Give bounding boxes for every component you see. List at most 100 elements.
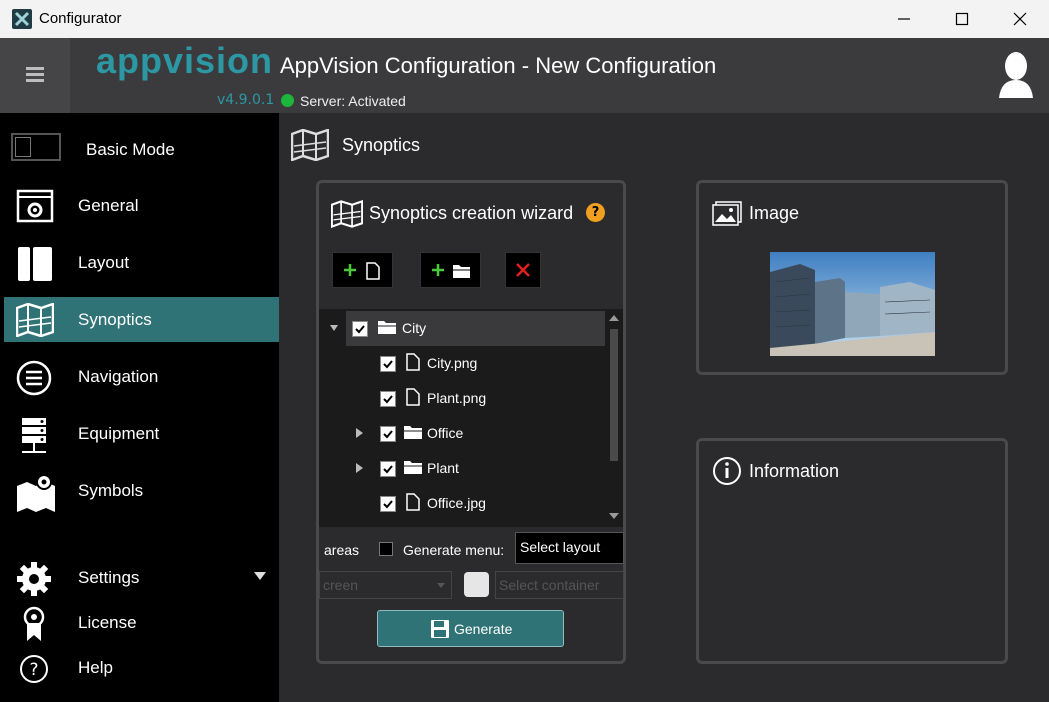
tree-item-label: Plant [427, 460, 459, 476]
menu-circle-icon [16, 360, 52, 396]
folder-icon [403, 424, 423, 443]
sidebar-item-label: Settings [78, 568, 140, 587]
information-panel: Information [696, 438, 1008, 664]
file-icon [405, 492, 421, 515]
areas-label: areas [324, 542, 360, 558]
screen-dropdown[interactable]: creen [319, 571, 452, 599]
tree-item-file[interactable]: City.png [374, 346, 639, 381]
sidebar-item-general[interactable]: General [4, 183, 279, 228]
tree-item-file[interactable]: Plant.png [374, 381, 639, 416]
minimize-button[interactable] [875, 0, 933, 38]
window-title: Configurator [39, 10, 122, 27]
synoptics-wizard-panel: Synoptics creation wizard ? City City.pn… [316, 180, 626, 664]
checkbox[interactable] [352, 321, 368, 337]
svg-text:?: ? [29, 660, 38, 680]
tree-item-folder[interactable]: City [330, 311, 611, 346]
sidebar-item-label: Layout [78, 253, 130, 272]
folder-icon [377, 319, 397, 338]
tree-item-file[interactable]: Office.jpg [374, 486, 639, 521]
sidebar-item-label: Synoptics [78, 310, 152, 329]
sidebar-item-license[interactable]: License [4, 600, 279, 645]
map-icon [330, 199, 364, 232]
sidebar-item-label: Equipment [78, 424, 160, 443]
sidebar-item-label: License [78, 613, 137, 632]
sidebar-item-symbols[interactable]: Symbols [4, 468, 279, 513]
image-panel-title: Image [749, 203, 800, 223]
page-title: AppVision Configuration - New Configurat… [280, 53, 717, 78]
checkbox[interactable] [380, 426, 396, 442]
help-icon[interactable]: ? [586, 203, 605, 222]
tree-item-label: Office.jpg [427, 495, 486, 511]
sidebar-item-layout[interactable]: Layout [4, 240, 279, 285]
information-panel-title: Information [749, 461, 840, 481]
file-tree: City City.png Plant.png Office Plant Off… [319, 309, 623, 527]
sidebar-item-label: Navigation [78, 367, 159, 386]
collapse-icon[interactable] [330, 325, 338, 331]
delete-button[interactable] [505, 252, 541, 288]
sidebar-item-navigation[interactable]: Navigation [4, 354, 279, 399]
info-icon [712, 456, 742, 490]
sidebar-item-synoptics[interactable]: Synoptics [4, 297, 279, 342]
map-icon [290, 128, 330, 165]
main-content: Synoptics Synoptics creation wizard ? Ci… [279, 113, 1049, 702]
add-file-button[interactable] [332, 252, 393, 288]
sidebar-item-label: Help [78, 658, 113, 677]
server-icon [16, 417, 52, 453]
server-status-text: Server: Activated [300, 93, 406, 109]
tree-scrollbar[interactable] [605, 309, 623, 527]
add-folder-button[interactable] [420, 252, 481, 288]
help-icon: ? [16, 651, 52, 685]
select-layout-dropdown[interactable]: Select layout [515, 532, 624, 564]
scroll-up-icon[interactable] [609, 315, 619, 321]
version-label: v4.9.0.1 [217, 92, 275, 108]
checkbox[interactable] [380, 391, 396, 407]
chevron-down-icon [437, 583, 445, 588]
section-title: Synoptics [342, 135, 421, 155]
image-panel: Image [696, 180, 1008, 375]
generate-label: Generate [454, 621, 513, 637]
image-icon [712, 201, 742, 231]
window-titlebar: Configurator [0, 0, 1049, 38]
app-icon [12, 9, 32, 29]
sidebar: Basic Mode General Layout Synoptics Navi… [0, 113, 279, 702]
save-icon [431, 620, 449, 638]
server-status-indicator [281, 94, 294, 107]
generate-button[interactable]: Generate [377, 610, 564, 647]
synoptic-preview-image [770, 252, 935, 356]
tree-item-label: Office [427, 425, 464, 441]
generate-menu-label: Generate menu: [403, 542, 505, 558]
sidebar-item-settings[interactable]: Settings [4, 555, 279, 600]
tree-item-folder[interactable]: Plant [356, 451, 639, 486]
appvision-logo: appvision [96, 40, 274, 81]
expand-icon[interactable] [356, 463, 363, 473]
tree-item-folder[interactable]: Office [356, 416, 639, 451]
checkbox[interactable] [380, 356, 396, 372]
sidebar-item-equipment[interactable]: Equipment [4, 411, 279, 456]
chevron-down-icon[interactable] [254, 572, 266, 580]
color-swatch[interactable] [464, 572, 489, 597]
select-container-dropdown[interactable]: Select container [495, 571, 624, 599]
maximize-button[interactable] [933, 0, 991, 38]
basic-mode-toggle[interactable] [11, 133, 61, 161]
file-icon [405, 387, 421, 410]
generate-menu-checkbox[interactable] [379, 542, 393, 556]
layout-icon [16, 246, 52, 281]
hamburger-menu-button[interactable] [0, 38, 70, 113]
checkbox[interactable] [380, 461, 396, 477]
sidebar-item-label: General [78, 196, 139, 215]
expand-icon[interactable] [356, 428, 363, 438]
general-icon [16, 189, 54, 223]
tree-item-label: Plant.png [427, 390, 487, 406]
scroll-down-icon[interactable] [609, 513, 619, 519]
user-icon[interactable] [997, 50, 1035, 104]
sidebar-item-label: Symbols [78, 481, 144, 500]
scroll-thumb[interactable] [610, 329, 618, 461]
license-icon [16, 606, 52, 641]
map-icon [15, 302, 55, 338]
wizard-title: Synoptics creation wizard [369, 203, 574, 223]
gear-icon [16, 561, 52, 596]
close-button[interactable] [991, 0, 1049, 38]
checkbox[interactable] [380, 496, 396, 512]
sidebar-item-help[interactable]: ? Help [4, 645, 279, 690]
screen-value: creen [323, 577, 359, 593]
